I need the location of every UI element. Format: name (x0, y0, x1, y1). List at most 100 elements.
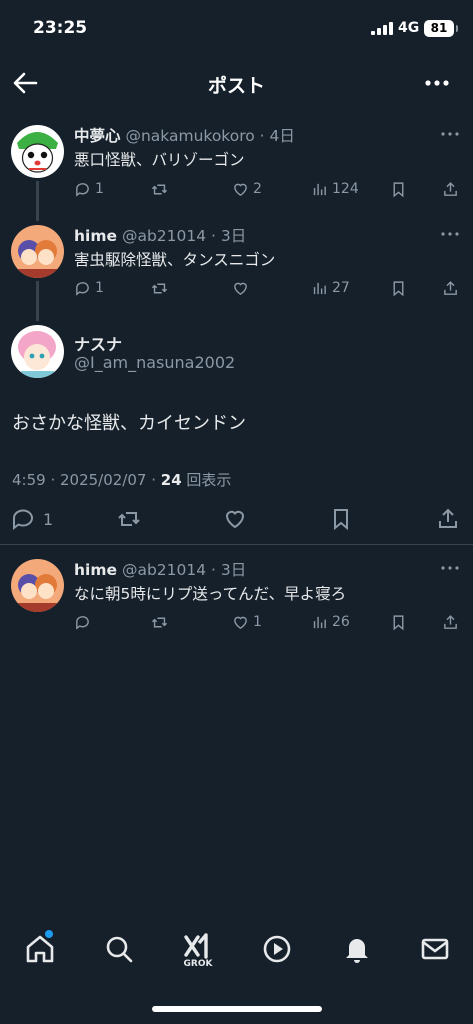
retweet-icon (151, 184, 168, 194)
bookmark-icon (393, 280, 404, 296)
play-icon[interactable] (261, 933, 293, 965)
user-handle[interactable]: @ab21014 (122, 561, 206, 579)
tweet-actions: 1 26 (74, 611, 464, 633)
bookmark-icon (393, 614, 404, 630)
page-title: ポスト (207, 75, 265, 97)
thread-line (36, 281, 39, 321)
home-icon[interactable] (24, 933, 56, 965)
reply-button[interactable]: 1 (74, 178, 104, 200)
like-count: 1 (253, 614, 262, 630)
speech-bubble-icon (76, 281, 89, 296)
tweet-time: · 3日 (211, 561, 247, 579)
display-name[interactable]: ナスナ (74, 331, 122, 355)
more-horizontal-icon[interactable] (424, 72, 450, 94)
reply-count: 1 (95, 181, 104, 197)
bookmark-button[interactable] (390, 178, 407, 200)
avatar[interactable] (11, 125, 64, 178)
mail-icon[interactable] (419, 933, 451, 965)
share-button[interactable] (442, 611, 459, 633)
more-horizontal-icon[interactable] (440, 230, 460, 238)
speech-bubble-icon (76, 182, 89, 197)
divider (0, 544, 473, 545)
bookmark-button[interactable] (390, 277, 407, 299)
reply-button[interactable]: 1 (11, 505, 53, 533)
heart-icon (234, 616, 247, 629)
bottom-tab-bar: GROK (0, 925, 473, 975)
share-icon (439, 508, 457, 528)
reply-count: 1 (43, 509, 54, 529)
speech-bubble-icon (13, 509, 33, 531)
bar-chart-icon (313, 616, 326, 628)
bar-chart-icon (313, 282, 326, 294)
post-meta: 4:59 · 2025/02/07 · 24 回表示 (12, 469, 231, 490)
like-button[interactable] (223, 505, 247, 533)
grok-icon (184, 933, 208, 959)
status-bar: 23:25 4G 81 (0, 0, 473, 56)
retweet-icon (151, 617, 168, 627)
tweet-text: 害虫駆除怪獣、タンスニゴン (74, 251, 276, 269)
share-button[interactable] (442, 277, 459, 299)
avatar[interactable] (11, 325, 64, 378)
search-icon[interactable] (103, 933, 135, 965)
avatar[interactable] (11, 559, 64, 612)
like-button[interactable]: 1 (232, 611, 262, 633)
share-button[interactable] (442, 178, 459, 200)
post-actions: 1 (0, 505, 473, 533)
retweet-button[interactable] (151, 178, 172, 200)
display-name[interactable]: 中夢心 (74, 127, 121, 145)
reply-count: 1 (95, 280, 104, 296)
display-name[interactable]: hime (74, 227, 117, 245)
tweet-text: 悪口怪獣、バリゾーゴン (74, 151, 245, 169)
retweet-icon (151, 283, 168, 293)
retweet-button[interactable] (151, 611, 172, 633)
user-handle[interactable]: @ab21014 (122, 227, 206, 245)
like-button[interactable] (232, 277, 253, 299)
bookmark-icon (334, 509, 348, 531)
network-label: 4G (398, 20, 420, 36)
view-count: 24 (160, 471, 182, 489)
grok-tab[interactable]: GROK (182, 933, 214, 969)
home-indicator[interactable] (152, 1006, 322, 1012)
status-time: 23:25 (33, 18, 88, 38)
user-handle[interactable]: @I_am_nasuna2002 (74, 353, 235, 372)
view-count: 124 (332, 181, 359, 197)
reply-button[interactable]: 1 (74, 277, 104, 299)
views-button[interactable]: 124 (311, 178, 359, 200)
more-horizontal-icon[interactable] (440, 564, 460, 572)
thread-line (36, 181, 39, 221)
views-button[interactable]: 26 (311, 611, 350, 633)
heart-icon (225, 510, 245, 529)
battery-icon: 81 (424, 20, 458, 37)
share-icon (444, 280, 457, 295)
like-button[interactable]: 2 (232, 178, 262, 200)
tweet-text: なに朝5時にリプ送ってんだ、早よ寝ろ (74, 585, 347, 603)
reply-button[interactable] (74, 611, 95, 633)
signal-icon (371, 22, 393, 35)
tweet-time: · 3日 (211, 227, 247, 245)
view-count: 27 (332, 280, 350, 296)
display-name[interactable]: hime (74, 561, 117, 579)
bell-icon[interactable] (341, 933, 373, 965)
bookmark-button[interactable] (390, 611, 407, 633)
views-label: 回表示 (186, 471, 232, 489)
tweet-header: 中夢心 @nakamukokoro · 4日 (74, 124, 295, 146)
more-horizontal-icon[interactable] (440, 130, 460, 138)
tweet-actions: 1 27 (74, 277, 464, 299)
retweet-button[interactable] (151, 277, 172, 299)
notification-dot (45, 930, 53, 938)
user-handle[interactable]: @nakamukokoro (125, 127, 254, 145)
avatar[interactable] (11, 225, 64, 278)
like-count: 2 (253, 181, 262, 197)
tweet-actions: 1 2 124 (74, 178, 464, 200)
view-count: 26 (332, 614, 350, 630)
retweet-button[interactable] (117, 505, 141, 533)
tweet-header: hime @ab21014 · 3日 (74, 558, 246, 580)
share-icon (444, 181, 457, 196)
heart-icon (234, 282, 247, 295)
share-button[interactable] (436, 505, 460, 533)
bookmark-button[interactable] (329, 505, 353, 533)
grok-label: GROK (183, 959, 213, 969)
views-button[interactable]: 27 (311, 277, 350, 299)
header: ポスト (0, 60, 473, 106)
bar-chart-icon (313, 183, 326, 195)
